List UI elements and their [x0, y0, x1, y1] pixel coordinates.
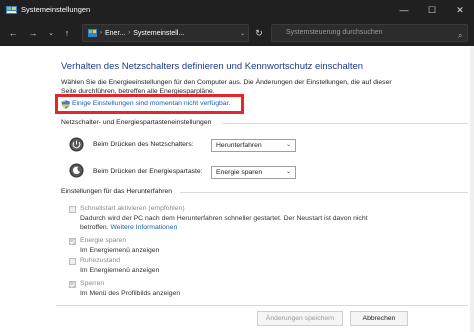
back-button[interactable]: ←: [6, 26, 20, 40]
up-button[interactable]: ↑: [60, 26, 74, 40]
cancel-button[interactable]: Abbrechen: [350, 311, 408, 326]
sleep-option-checkbox[interactable]: [69, 238, 76, 245]
shutdown-section-title: Einstellungen für das Herunterfahren: [61, 188, 173, 195]
page-title: Verhalten des Netzschalters definieren u…: [61, 61, 364, 72]
sleep-option-description: Im Energiemenü anzeigen: [80, 247, 160, 254]
section-divider: [180, 192, 468, 193]
control-panel-icon: [6, 6, 17, 14]
section-divider: [222, 123, 468, 124]
sleep-button-icon: [69, 163, 84, 178]
close-button[interactable]: ✕: [446, 0, 474, 20]
buttons-section-title: Netzschalter- und Energiespartasteneinst…: [61, 119, 212, 126]
power-button-action-value: Herunterfahren: [216, 142, 262, 149]
address-dropdown-icon[interactable]: ⌄: [240, 30, 245, 37]
maximize-button[interactable]: ☐: [418, 0, 446, 20]
fast-startup-checkbox[interactable]: [69, 206, 76, 213]
search-input[interactable]: Systemsteuerung durchsuchen ⌕: [271, 24, 468, 42]
sleep-option-title: Energie sparen: [80, 237, 127, 244]
uac-shield-icon: [61, 100, 70, 109]
search-placeholder: Systemsteuerung durchsuchen: [286, 29, 383, 36]
address-bar[interactable]: › Ener... › Systemeinstell... ⌄: [82, 24, 249, 42]
fast-startup-title: Schnellstart aktivieren (empfohlen): [80, 205, 185, 212]
chevron-down-icon: ⌄: [285, 142, 291, 148]
recent-locations-button[interactable]: ⌄: [44, 26, 58, 40]
power-button-action-select[interactable]: Herunterfahren ⌄: [211, 139, 296, 152]
navigation-bar: ← → ⌄ ↑ › Ener... › Systemeinstell... ⌄ …: [0, 20, 474, 46]
breadcrumb-item-power[interactable]: Ener...: [105, 30, 125, 37]
footer-divider: [56, 305, 468, 306]
save-changes-button[interactable]: Änderungen speichern: [257, 311, 343, 326]
unavailable-settings-link[interactable]: Einige Einstellungen sind momentan nicht…: [72, 100, 230, 107]
fast-startup-description-continued: betroffen. Weitere Informationen: [80, 223, 177, 232]
power-button-label: Beim Drücken des Netzschalters:: [93, 141, 194, 148]
title-bar: Systemeinstellungen — ☐ ✕: [0, 0, 474, 20]
control-panel-icon: [88, 29, 97, 37]
breadcrumb-separator-icon: ›: [128, 30, 131, 36]
sleep-button-action-select[interactable]: Energie sparen ⌄: [211, 166, 296, 179]
hibernate-option-title: Ruhezustand: [80, 257, 121, 264]
search-icon: ⌕: [458, 31, 463, 40]
sleep-button-label: Beim Drücken der Energiespartaste:: [93, 168, 203, 175]
minimize-button[interactable]: —: [390, 0, 418, 20]
power-button-icon: [69, 137, 84, 152]
chevron-down-icon: ⌄: [285, 169, 291, 175]
hibernate-option-description: Im Energiemenü anzeigen: [80, 267, 160, 274]
breadcrumb-item-system-settings[interactable]: Systemeinstell...: [133, 30, 184, 37]
scrollbar-track[interactable]: [470, 46, 474, 332]
window-title: Systemeinstellungen: [21, 5, 91, 14]
fast-startup-description: Dadurch wird der PC nach dem Herunterfah…: [80, 215, 368, 222]
lock-option-description: Im Menü des Profilbilds anzeigen: [80, 290, 181, 297]
breadcrumb-separator-icon: ›: [100, 30, 102, 36]
fast-startup-description-end: betroffen.: [80, 224, 109, 231]
forward-button[interactable]: →: [26, 26, 40, 40]
refresh-button[interactable]: ↻: [252, 26, 266, 40]
more-info-link[interactable]: Weitere Informationen: [111, 224, 178, 231]
lock-option-checkbox[interactable]: [69, 281, 76, 288]
sleep-button-action-value: Energie sparen: [216, 169, 263, 176]
lock-option-title: Sperren: [80, 280, 105, 287]
hibernate-option-checkbox[interactable]: [69, 258, 76, 265]
